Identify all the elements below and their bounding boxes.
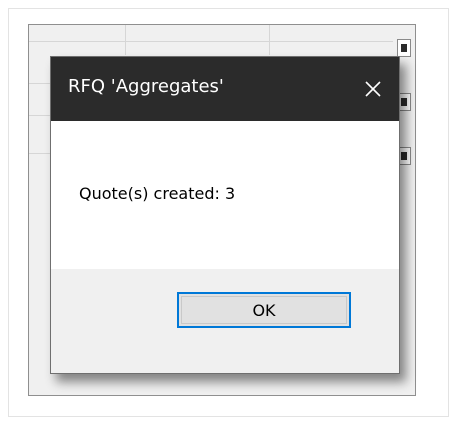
screenshot-canvas: RFQ 'Aggregates' Quote(s) created: 3 OK: [0, 0, 457, 425]
ok-button[interactable]: OK: [177, 292, 351, 328]
background-column-divider: [269, 25, 270, 55]
close-button[interactable]: [347, 57, 399, 121]
dialog-content: Quote(s) created: 3: [51, 121, 399, 269]
background-scroll-button[interactable]: [397, 39, 411, 57]
dialog-footer: OK: [51, 269, 399, 373]
close-icon: [365, 81, 381, 97]
background-column-divider: [125, 25, 126, 55]
message-dialog: RFQ 'Aggregates' Quote(s) created: 3 OK: [50, 56, 400, 374]
dialog-title: RFQ 'Aggregates': [68, 76, 224, 97]
dialog-titlebar[interactable]: RFQ 'Aggregates': [51, 57, 399, 121]
dialog-message: Quote(s) created: 3: [79, 184, 236, 203]
background-grid-line: [29, 41, 393, 42]
